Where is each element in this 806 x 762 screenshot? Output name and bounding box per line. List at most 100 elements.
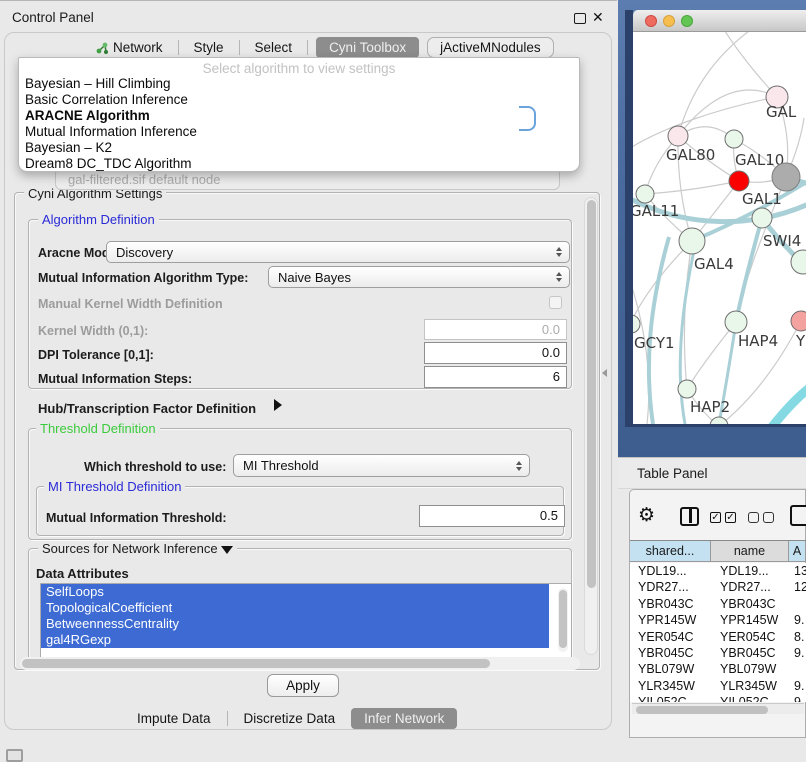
network-node-gal80[interactable] bbox=[668, 126, 688, 146]
algorithm-placeholder[interactable]: Select algorithm to view settings bbox=[19, 58, 579, 76]
algorithm-option-aracne-algorithm[interactable]: ARACNE Algorithm bbox=[19, 108, 579, 124]
select-all-icon-2[interactable]: ✓ bbox=[725, 512, 736, 523]
network-node[interactable] bbox=[772, 163, 800, 191]
function-builder-icon[interactable] bbox=[790, 505, 806, 526]
bottom-tab-infer-network[interactable]: Infer Network bbox=[351, 708, 457, 729]
column-header-shared[interactable]: shared... bbox=[630, 541, 711, 561]
deselect-all-icon-2[interactable] bbox=[763, 512, 774, 523]
table-cell: YER054C bbox=[711, 629, 789, 645]
network-node-gal4[interactable] bbox=[679, 228, 705, 254]
column-header-name[interactable]: name bbox=[711, 541, 789, 561]
split-divider-handle[interactable] bbox=[602, 369, 607, 377]
table-row[interactable]: YIL052CYIL052C9 bbox=[630, 694, 806, 702]
apply-button[interactable]: Apply bbox=[267, 674, 339, 697]
aracne-mode-select[interactable]: Discovery bbox=[106, 241, 570, 263]
node-label-y: Y bbox=[795, 332, 806, 350]
network-node-gcy1[interactable] bbox=[633, 315, 640, 333]
attribute-item-betweennesscentrality[interactable]: BetweennessCentrality bbox=[41, 616, 549, 632]
mi-threshold-group-title: MI Threshold Definition bbox=[44, 479, 185, 494]
kernel-width-input[interactable]: 0.0 bbox=[424, 319, 567, 340]
network-window-titlebar[interactable] bbox=[633, 10, 806, 32]
algorithm-option-basic-correlation-inference[interactable]: Basic Correlation Inference bbox=[19, 92, 579, 108]
table-cell: 9. bbox=[789, 645, 806, 661]
table-cell: YBR043C bbox=[630, 596, 711, 612]
threshold-definition-title: Threshold Definition bbox=[36, 421, 160, 436]
close-icon[interactable]: ✕ bbox=[592, 9, 604, 26]
zoom-window-icon[interactable] bbox=[681, 15, 693, 27]
network-node-y[interactable] bbox=[791, 311, 806, 331]
deselect-all-icon[interactable] bbox=[748, 512, 759, 523]
attribute-item-gal4rgexp[interactable]: gal4RGexp bbox=[41, 632, 549, 648]
algorithm-option-mutual-information-inference[interactable]: Mutual Information Inference bbox=[19, 124, 579, 140]
column-header-a[interactable]: A bbox=[789, 541, 806, 561]
algorithm-option-dream8-dc-tdc-algorithm[interactable]: Dream8 DC_TDC Algorithm bbox=[19, 156, 579, 172]
table-horizontal-scrollbar[interactable] bbox=[632, 703, 804, 714]
network-node-swi4[interactable] bbox=[752, 208, 772, 228]
tab-style[interactable]: Style bbox=[187, 37, 231, 58]
table-row[interactable]: YER054CYER054C8. bbox=[630, 629, 806, 645]
tab-separator bbox=[239, 40, 240, 55]
dock-corner-icon[interactable] bbox=[6, 749, 23, 762]
combo-focus-ring bbox=[519, 106, 536, 131]
tab-label: Style bbox=[194, 40, 224, 55]
network-node-gal10[interactable] bbox=[725, 130, 743, 148]
table-row[interactable]: YBR045CYBR045C9. bbox=[630, 645, 806, 661]
table-panel-title: Table Panel bbox=[637, 466, 708, 481]
bottom-tab-impute-data[interactable]: Impute Data bbox=[130, 708, 218, 729]
settings-horizontal-scrollbar[interactable] bbox=[20, 657, 580, 670]
dpi-tolerance-input[interactable]: 0.0 bbox=[424, 342, 567, 364]
list-scrollbar[interactable] bbox=[558, 588, 568, 652]
manual-kernel-checkbox[interactable] bbox=[549, 296, 562, 309]
tab-select[interactable]: Select bbox=[248, 37, 300, 58]
table-row[interactable]: YBR043CYBR043C bbox=[630, 596, 806, 612]
mi-steps-label: Mutual Information Steps: bbox=[38, 372, 192, 386]
tab-separator bbox=[227, 711, 228, 726]
attribute-item-topologicalcoefficient[interactable]: TopologicalCoefficient bbox=[41, 600, 549, 616]
network-node-gal11[interactable] bbox=[636, 185, 654, 203]
network-node-hap4[interactable] bbox=[725, 311, 747, 333]
table-cell bbox=[789, 661, 806, 677]
combo-stepper-icon bbox=[516, 461, 522, 471]
table-row[interactable]: YLR345WYLR345W9. bbox=[630, 678, 806, 694]
table-cell: YDL19... bbox=[711, 563, 789, 579]
column-chooser-icon[interactable] bbox=[680, 507, 699, 526]
network-node[interactable] bbox=[710, 417, 728, 424]
table-cell: YDR27... bbox=[630, 579, 711, 595]
table-cell: YLR345W bbox=[711, 678, 789, 694]
select-all-icon[interactable]: ✓ bbox=[710, 512, 721, 523]
kernel-width-label: Kernel Width (0,1): bbox=[38, 324, 148, 338]
tab-jactivemnodules[interactable]: jActiveMNodules bbox=[427, 37, 554, 58]
table-cell: YDL19... bbox=[630, 563, 711, 579]
expand-right-icon[interactable] bbox=[274, 399, 282, 411]
which-threshold-select[interactable]: MI Threshold bbox=[233, 454, 530, 477]
minimize-window-icon[interactable] bbox=[663, 15, 675, 27]
table-row[interactable]: YPR145WYPR145W9. bbox=[630, 612, 806, 628]
manual-kernel-label: Manual Kernel Width Definition bbox=[38, 297, 223, 311]
table-cell: YBL079W bbox=[630, 661, 711, 677]
network-node-hap2[interactable] bbox=[678, 380, 696, 398]
close-window-icon[interactable] bbox=[645, 15, 657, 27]
table-row[interactable]: YDR27...YDR27...12 bbox=[630, 579, 806, 595]
network-icon bbox=[95, 41, 109, 55]
network-node-gal1[interactable] bbox=[729, 171, 749, 191]
table-row[interactable]: YBL079WYBL079W bbox=[630, 661, 806, 677]
bottom-tab-discretize-data[interactable]: Discretize Data bbox=[237, 708, 343, 729]
mi-steps-input[interactable]: 6 bbox=[424, 366, 567, 388]
network-canvas[interactable]: GALGAL80GAL10GAL1GAL11SWI4GAL4GCY1HAP4YH… bbox=[633, 32, 806, 424]
attribute-item-selfloops[interactable]: SelfLoops bbox=[41, 584, 549, 600]
gear-icon[interactable]: ⚙ bbox=[638, 504, 655, 527]
float-window-icon[interactable] bbox=[574, 13, 586, 24]
table-cell: YDR27... bbox=[711, 579, 789, 595]
tab-network[interactable]: Network bbox=[88, 37, 170, 58]
data-attributes-list[interactable]: SelfLoopsTopologicalCoefficientBetweenne… bbox=[40, 583, 572, 658]
mi-threshold-input[interactable]: 0.5 bbox=[419, 505, 565, 527]
node-label-gal4: GAL4 bbox=[694, 255, 734, 273]
algorithm-option-bayesian-k2[interactable]: Bayesian – K2 bbox=[19, 140, 579, 156]
mi-type-select[interactable]: Naive Bayes bbox=[268, 266, 570, 288]
sources-group-title: Sources for Network Inference bbox=[38, 541, 237, 556]
collapse-down-icon[interactable] bbox=[221, 546, 233, 554]
tab-cyni-toolbox[interactable]: Cyni Toolbox bbox=[316, 37, 419, 58]
table-row[interactable]: YDL19...YDL19...13 bbox=[630, 563, 806, 579]
algorithm-option-bayesian-hill-climbing[interactable]: Bayesian – Hill Climbing bbox=[19, 76, 579, 92]
settings-vertical-scrollbar[interactable] bbox=[584, 197, 598, 655]
